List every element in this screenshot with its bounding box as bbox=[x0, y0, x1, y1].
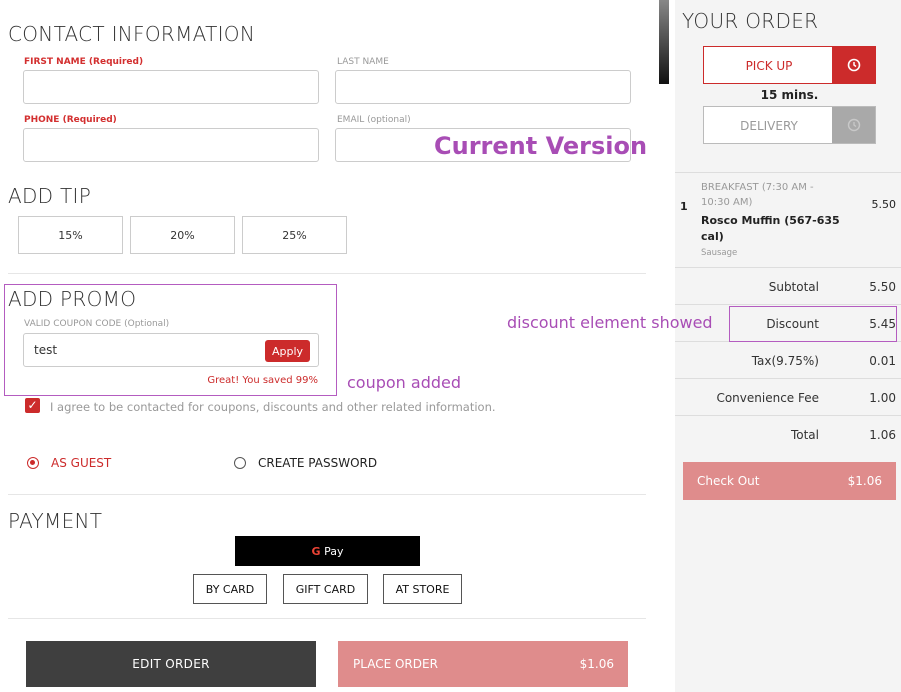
delivery-label: DELIVERY bbox=[740, 119, 798, 133]
subtotal-label: Subtotal bbox=[768, 280, 819, 294]
consent-text: I agree to be contacted for coupons, dis… bbox=[50, 400, 496, 414]
convenience-fee-label: Convenience Fee bbox=[716, 391, 819, 405]
payment-heading: PAYMENT bbox=[8, 509, 103, 533]
google-pay-button[interactable]: G Pay bbox=[235, 536, 420, 566]
phone-field[interactable] bbox=[23, 128, 319, 162]
checkout-label: Check Out bbox=[697, 474, 760, 488]
pickup-time: 15 mins. bbox=[760, 88, 819, 102]
email-label: EMAIL (optional) bbox=[337, 115, 411, 125]
google-g-icon: G bbox=[311, 544, 321, 558]
coupon-success-message: Great! You saved 99% bbox=[207, 375, 318, 386]
total-row: Total 1.06 bbox=[675, 416, 901, 453]
coupon-label: VALID COUPON CODE (Optional) bbox=[24, 319, 170, 329]
promo-heading: ADD PROMO bbox=[8, 287, 137, 311]
discount-annotation: discount element showed bbox=[507, 313, 713, 332]
pickup-label: PICK UP bbox=[745, 59, 793, 73]
pay-at-store-button[interactable]: AT STORE bbox=[383, 574, 462, 604]
first-name-label: FIRST NAME (Required) bbox=[24, 57, 144, 67]
item-name-line1: Rosco Muffin (567-635 bbox=[701, 214, 840, 227]
place-order-button[interactable]: PLACE ORDER $1.06 bbox=[338, 641, 628, 687]
tip-25-button[interactable]: 25% bbox=[242, 216, 347, 254]
tip-heading: ADD TIP bbox=[8, 184, 92, 208]
total-label: Total bbox=[790, 428, 819, 442]
consent-checkbox[interactable]: ✓ bbox=[25, 398, 40, 413]
tax-row: Tax(9.75%) 0.01 bbox=[675, 342, 901, 379]
place-order-amount: $1.06 bbox=[579, 657, 614, 671]
tax-value: 0.01 bbox=[869, 354, 896, 368]
tip-15-button[interactable]: 15% bbox=[18, 216, 123, 254]
guest-radio[interactable] bbox=[27, 457, 39, 469]
convenience-fee-value: 1.00 bbox=[869, 391, 896, 405]
pay-by-card-button[interactable]: BY CARD bbox=[193, 574, 267, 604]
guest-label[interactable]: AS GUEST bbox=[51, 456, 111, 470]
tip-20-button[interactable]: 20% bbox=[130, 216, 235, 254]
item-quantity: 1 bbox=[680, 200, 688, 213]
tax-label: Tax(9.75%) bbox=[751, 354, 819, 368]
phone-label: PHONE (Required) bbox=[24, 115, 117, 125]
convenience-fee-row: Convenience Fee 1.00 bbox=[675, 379, 901, 416]
check-icon: ✓ bbox=[27, 398, 38, 412]
order-heading: YOUR ORDER bbox=[682, 9, 819, 33]
clock-icon bbox=[832, 107, 875, 143]
divider bbox=[8, 273, 646, 274]
create-password-label[interactable]: CREATE PASSWORD bbox=[258, 456, 377, 470]
order-summary-panel: YOUR ORDER PICK UP 15 mins. DELIVERY 1 B… bbox=[675, 0, 901, 692]
item-price: 5.50 bbox=[871, 198, 897, 211]
place-order-label: PLACE ORDER bbox=[353, 657, 438, 671]
annotation-title: Current Version bbox=[434, 132, 648, 160]
divider bbox=[675, 172, 901, 173]
contact-heading: CONTACT INFORMATION bbox=[8, 22, 256, 46]
subtotal-value: 5.50 bbox=[869, 280, 896, 294]
divider bbox=[8, 618, 646, 619]
divider bbox=[8, 494, 646, 495]
last-name-field[interactable] bbox=[335, 70, 631, 104]
item-category-line2: 10:30 AM) bbox=[701, 197, 753, 208]
first-name-field[interactable] bbox=[23, 70, 319, 104]
panel-edge bbox=[659, 0, 669, 84]
total-value: 1.06 bbox=[869, 428, 896, 442]
pickup-button[interactable]: PICK UP bbox=[703, 46, 876, 84]
item-name-line2: cal) bbox=[701, 230, 724, 243]
item-category-line1: BREAKFAST (7:30 AM - bbox=[701, 182, 814, 193]
discount-annotation-box bbox=[729, 306, 897, 342]
apply-coupon-button[interactable]: Apply bbox=[265, 340, 310, 362]
checkout-amount: $1.06 bbox=[847, 474, 882, 488]
coupon-annotation: coupon added bbox=[347, 373, 462, 392]
create-password-radio[interactable] bbox=[234, 457, 246, 469]
last-name-label: LAST NAME bbox=[337, 57, 389, 67]
edit-order-button[interactable]: EDIT ORDER bbox=[26, 641, 316, 687]
gpay-label: Pay bbox=[324, 544, 344, 558]
checkout-button[interactable]: Check Out $1.06 bbox=[683, 462, 896, 500]
item-modifier: Sausage bbox=[701, 248, 738, 258]
subtotal-row: Subtotal 5.50 bbox=[675, 268, 901, 305]
clock-icon bbox=[832, 47, 875, 83]
pay-gift-card-button[interactable]: GIFT CARD bbox=[283, 574, 368, 604]
checkout-form: CONTACT INFORMATION FIRST NAME (Required… bbox=[0, 0, 660, 692]
delivery-button[interactable]: DELIVERY bbox=[703, 106, 876, 144]
